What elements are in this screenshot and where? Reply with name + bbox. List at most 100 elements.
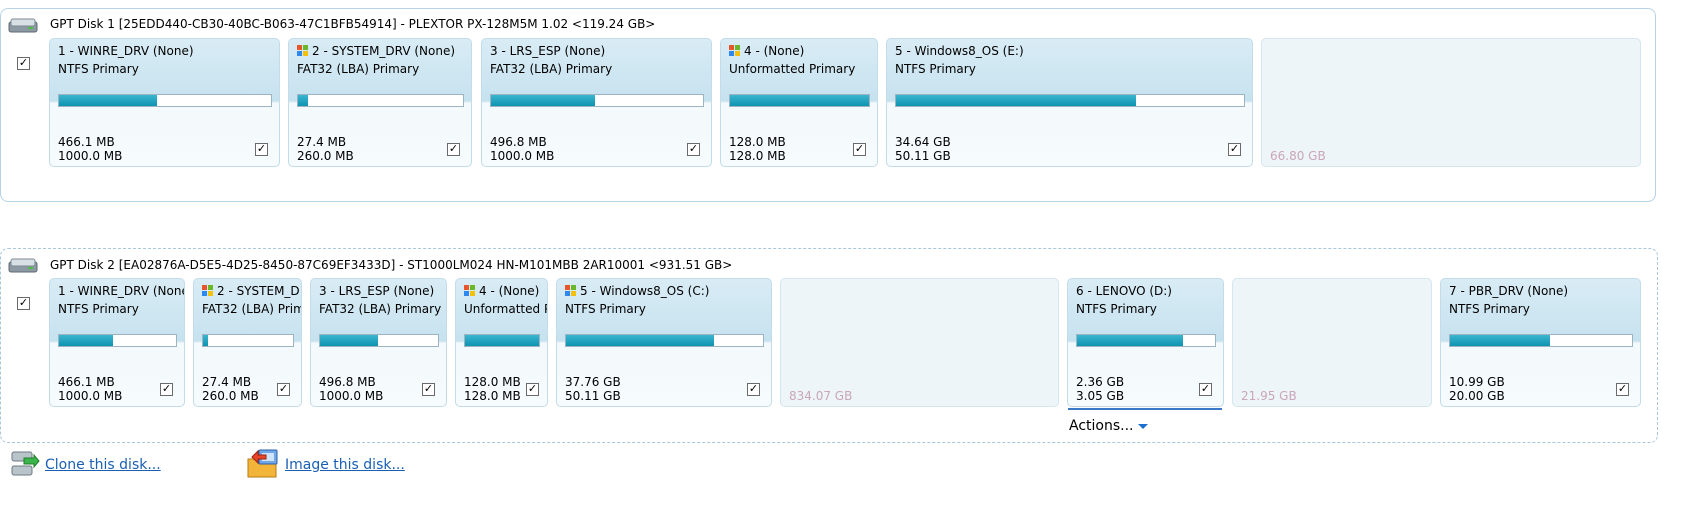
disk2-partition-4[interactable]: 4 - (None) Unformatted Pr 128.0 MB 128.0… <box>455 278 548 407</box>
disk2-partition-1[interactable]: 1 - WINRE_DRV (None NTFS Primary 466.1 M… <box>49 278 185 407</box>
usage-bar-fill <box>566 335 714 346</box>
total-size: 128.0 MB <box>729 149 786 163</box>
clone-disk-link[interactable]: Clone this disk... <box>45 457 161 473</box>
selected-partition-underline <box>1068 408 1222 410</box>
disk2-partition-5[interactable]: 5 - Windows8_OS (C:) NTFS Primary 37.76 … <box>556 278 772 407</box>
partition-checkbox[interactable]: ✓ <box>255 143 268 156</box>
partition-checkbox[interactable]: ✓ <box>1616 383 1629 396</box>
partition-title: 2 - SYSTEM_DRV (None) <box>312 44 456 58</box>
partition-checkbox[interactable]: ✓ <box>160 383 173 396</box>
disk2-partition-6[interactable]: 6 - LENOVO (D:) NTFS Primary 2.36 GB 3.0… <box>1067 278 1224 407</box>
usage-bar <box>297 94 464 107</box>
partition-title: 1 - WINRE_DRV (None <box>58 284 185 298</box>
partition-type: FAT32 (LBA) Prim <box>202 302 302 316</box>
total-size: 1000.0 MB <box>319 389 384 403</box>
partition-type: FAT32 (LBA) Primary <box>297 62 420 76</box>
partition-checkbox[interactable]: ✓ <box>853 143 866 156</box>
partition-type: Unformatted Pr <box>464 302 548 316</box>
hard-disk-icon <box>8 18 38 33</box>
disk2-partition-7[interactable]: 7 - PBR_DRV (None) NTFS Primary 10.99 GB… <box>1440 278 1641 407</box>
partition-title-row: 4 - (None) <box>729 44 804 58</box>
usage-bar-fill <box>59 335 113 346</box>
used-size: 27.4 MB <box>297 135 347 149</box>
clone-disk-icon[interactable] <box>10 450 40 478</box>
usage-bar-fill <box>730 95 869 106</box>
partition-checkbox[interactable]: ✓ <box>1199 383 1212 396</box>
total-size: 3.05 GB <box>1076 389 1125 403</box>
disk1-partition-1[interactable]: 1 - WINRE_DRV (None) NTFS Primary 466.1 … <box>49 38 280 167</box>
total-size: 50.11 GB <box>895 149 951 163</box>
disk1-partition-4[interactable]: 4 - (None) Unformatted Primary 128.0 MB … <box>720 38 878 167</box>
partition-title: 2 - SYSTEM_D <box>217 284 300 298</box>
total-size: 20.00 GB <box>1449 389 1505 403</box>
disk2-partition-3[interactable]: 3 - LRS_ESP (None) FAT32 (LBA) Primary 4… <box>310 278 447 407</box>
windows-logo-icon <box>729 45 740 56</box>
disk-2-checkbox[interactable]: ✓ <box>17 297 30 310</box>
partition-type: NTFS Primary <box>1449 302 1530 316</box>
partition-title: 7 - PBR_DRV (None) <box>1449 284 1569 298</box>
usage-bar <box>319 334 439 347</box>
usage-bar <box>565 334 764 347</box>
unallocated-size: 66.80 GB <box>1270 149 1326 163</box>
usage-bar-fill <box>491 95 595 106</box>
disk-1-checkbox[interactable]: ✓ <box>17 57 30 70</box>
usage-bar-fill <box>1450 335 1551 346</box>
partition-checkbox[interactable]: ✓ <box>687 143 700 156</box>
disk1-partition-3[interactable]: 3 - LRS_ESP (None) FAT32 (LBA) Primary 4… <box>481 38 712 167</box>
usage-bar <box>58 334 177 347</box>
total-size: 260.0 MB <box>202 389 259 403</box>
disk1-unallocated[interactable]: 66.80 GB <box>1261 38 1641 167</box>
used-size: 37.76 GB <box>565 375 621 389</box>
usage-bar <box>464 334 540 347</box>
partition-title: 3 - LRS_ESP (None) <box>490 44 606 58</box>
partition-title-row: 2 - SYSTEM_DRV (None) <box>297 44 455 58</box>
partition-type: FAT32 (LBA) Primary <box>490 62 613 76</box>
disk2-unallocated-2[interactable]: 21.95 GB <box>1232 278 1432 407</box>
partition-checkbox[interactable]: ✓ <box>277 383 290 396</box>
used-size: 496.8 MB <box>319 375 376 389</box>
usage-bar-fill <box>465 335 539 346</box>
usage-bar-fill <box>320 335 378 346</box>
usage-bar-fill <box>896 95 1137 106</box>
partition-title: 3 - LRS_ESP (None) <box>319 284 435 298</box>
actions-dropdown[interactable]: Actions... <box>1069 418 1148 434</box>
partition-checkbox[interactable]: ✓ <box>422 383 435 396</box>
unallocated-size: 834.07 GB <box>789 389 853 403</box>
partition-type: NTFS Primary <box>565 302 646 316</box>
used-size: 10.99 GB <box>1449 375 1505 389</box>
total-size: 128.0 MB <box>464 389 521 403</box>
used-size: 128.0 MB <box>729 135 786 149</box>
partition-checkbox[interactable]: ✓ <box>747 383 760 396</box>
used-size: 466.1 MB <box>58 135 115 149</box>
usage-bar <box>1449 334 1633 347</box>
usage-bar-fill <box>1077 335 1184 346</box>
partition-type: Unformatted Primary <box>729 62 856 76</box>
image-disk-link[interactable]: Image this disk... <box>285 457 405 473</box>
disk2-unallocated-1[interactable]: 834.07 GB <box>780 278 1059 407</box>
partition-title: 6 - LENOVO (D:) <box>1076 284 1172 298</box>
partition-checkbox[interactable]: ✓ <box>447 143 460 156</box>
partition-title: 4 - (None) <box>479 284 540 298</box>
windows-logo-icon <box>297 45 308 56</box>
windows-logo-icon <box>464 285 475 296</box>
partition-checkbox[interactable]: ✓ <box>1228 143 1241 156</box>
usage-bar <box>490 94 704 107</box>
partition-title: 5 - Windows8_OS (E:) <box>895 44 1024 58</box>
hard-disk-icon <box>8 258 38 273</box>
partition-type: NTFS Primary <box>58 302 139 316</box>
usage-bar-fill <box>298 95 308 106</box>
disk2-partition-2[interactable]: 2 - SYSTEM_D FAT32 (LBA) Prim 27.4 MB 26… <box>193 278 302 407</box>
total-size: 1000.0 MB <box>490 149 555 163</box>
used-size: 34.64 GB <box>895 135 951 149</box>
unallocated-size: 21.95 GB <box>1241 389 1297 403</box>
image-disk-icon[interactable] <box>246 447 282 479</box>
usage-bar-fill <box>59 95 157 106</box>
windows-logo-icon <box>565 285 576 296</box>
disk1-partition-2[interactable]: 2 - SYSTEM_DRV (None) FAT32 (LBA) Primar… <box>288 38 472 167</box>
partition-checkbox[interactable]: ✓ <box>526 383 539 396</box>
usage-bar-fill <box>203 335 209 346</box>
used-size: 128.0 MB <box>464 375 521 389</box>
disk1-partition-5[interactable]: 5 - Windows8_OS (E:) NTFS Primary 34.64 … <box>886 38 1253 167</box>
usage-bar <box>1076 334 1216 347</box>
total-size: 1000.0 MB <box>58 389 123 403</box>
